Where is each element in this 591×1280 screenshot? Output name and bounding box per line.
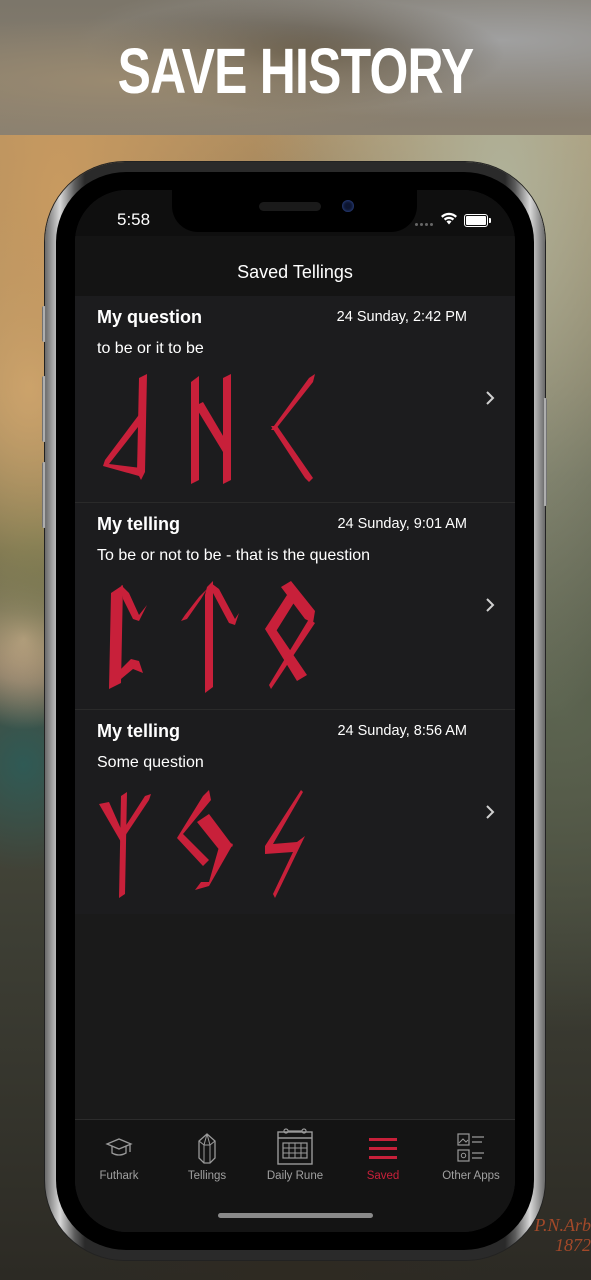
telling-question: Some question [97, 754, 204, 771]
telling-title: My telling [97, 514, 181, 534]
tab-tellings[interactable]: Tellings [163, 1130, 251, 1182]
telling-date: 24 Sunday, 8:56 AM [337, 723, 467, 739]
home-indicator[interactable] [218, 1213, 373, 1218]
rune-group [95, 786, 323, 902]
battery-icon [464, 214, 491, 227]
painting-signature: P.N.Arb 1872 [534, 1215, 591, 1255]
sowilo-rune-icon [265, 790, 305, 898]
status-time: 5:58 [117, 210, 151, 229]
power-button [543, 398, 547, 506]
telling-title: My telling [97, 721, 181, 741]
wifi-icon [441, 212, 457, 225]
signal-icon [415, 223, 433, 226]
rune-group [95, 372, 323, 488]
telling-question: to be or it to be [97, 340, 204, 357]
list-icon [369, 1138, 397, 1159]
tab-label: Tellings [187, 1170, 227, 1182]
chevron-right-icon[interactable] [485, 390, 495, 406]
calendar-icon [277, 1128, 313, 1165]
telling-date: 24 Sunday, 9:01 AM [337, 516, 467, 532]
algiz-rune-icon [99, 792, 151, 898]
telling-title: My question [97, 307, 203, 327]
mute-switch [42, 306, 46, 342]
volume-up-button [42, 376, 46, 442]
saved-tellings-list: My question 24 Sunday, 2:42 PM to be or … [75, 296, 515, 917]
notch [172, 190, 417, 232]
crystal-icon [198, 1133, 216, 1164]
rune-group [95, 579, 323, 695]
tab-futhark[interactable]: Futhark [75, 1130, 163, 1182]
tab-label: Other Apps [442, 1170, 500, 1182]
apps-list-icon [457, 1133, 484, 1162]
phone-screen: 5:58 Saved Tellings My question 24 Sunda… [75, 190, 515, 1232]
graduation-cap-icon [105, 1138, 133, 1156]
chevron-right-icon[interactable] [485, 804, 495, 820]
jera-rune-icon [177, 790, 233, 890]
tab-other-apps[interactable]: Other Apps [427, 1130, 515, 1182]
front-camera [342, 200, 354, 212]
othala-rune-icon [265, 581, 315, 689]
banner-headline: SAVE HISTORY [117, 35, 475, 107]
speaker [259, 202, 321, 211]
page-title: Saved Tellings [237, 262, 353, 282]
volume-down-button [42, 462, 46, 528]
tab-label: Daily Rune [266, 1170, 324, 1182]
kenaz-rune-icon [271, 374, 315, 482]
tab-daily-rune[interactable]: Daily Rune [251, 1128, 339, 1182]
hagalaz-rune-icon [191, 374, 231, 484]
list-item[interactable]: My question 24 Sunday, 2:42 PM to be or … [75, 296, 515, 503]
list-item[interactable]: My telling 24 Sunday, 9:01 AM To be or n… [75, 503, 515, 710]
telling-date: 24 Sunday, 2:42 PM [336, 309, 467, 325]
telling-question: To be or not to be - that is the questio… [97, 547, 371, 564]
status-bar: 5:58 [75, 190, 515, 236]
tiwaz-rune-icon [181, 581, 239, 693]
tab-label: Futhark [99, 1170, 139, 1182]
perthro-rune-icon [109, 585, 147, 689]
tab-bar: Futhark Tellings Daily Rune Saved Other … [75, 1120, 515, 1232]
tab-label: Saved [366, 1170, 400, 1182]
chevron-right-icon[interactable] [485, 597, 495, 613]
list-item[interactable]: My telling 24 Sunday, 8:56 AM Some quest… [75, 710, 515, 917]
laguz-reversed-rune-icon [103, 374, 147, 480]
nav-bar: Saved Tellings [75, 236, 515, 296]
tab-saved[interactable]: Saved [339, 1130, 427, 1182]
empty-list-area [75, 914, 515, 1122]
